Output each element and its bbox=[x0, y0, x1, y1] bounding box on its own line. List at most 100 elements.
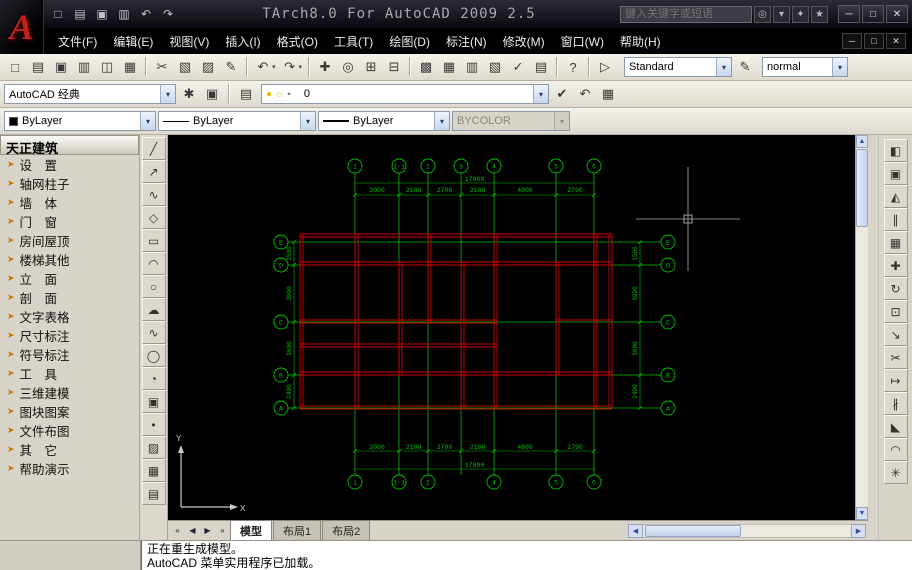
sidebar-item-block-pattern[interactable]: ➤图块图案 bbox=[0, 402, 139, 421]
sidebar-item-elevation[interactable]: ➤立 面 bbox=[0, 269, 139, 288]
publish-button[interactable]: ▦ bbox=[119, 56, 141, 78]
region-tool[interactable]: ▦ bbox=[142, 459, 166, 482]
sidebar-item-axis-grid-column[interactable]: ➤轴网柱子 bbox=[0, 174, 139, 193]
menu-insert[interactable]: 插入(I) bbox=[217, 29, 268, 54]
combo-arrow-icon[interactable]: ▾ bbox=[716, 58, 731, 76]
sheet-set-manager-button[interactable]: ▧ bbox=[484, 56, 506, 78]
vertical-scrollbar[interactable]: ▲ ▼ bbox=[855, 135, 868, 520]
scroll-up-icon[interactable]: ▲ bbox=[856, 135, 868, 148]
match-properties-button[interactable]: ✎ bbox=[220, 56, 242, 78]
construction-line-tool[interactable]: ↗ bbox=[142, 160, 166, 183]
workspace-combo[interactable]: AutoCAD 经典 ▾ bbox=[4, 84, 176, 104]
save-workspace-button[interactable]: ▣ bbox=[201, 83, 223, 105]
copy-button[interactable]: ▧ bbox=[174, 56, 196, 78]
menu-modify[interactable]: 修改(M) bbox=[495, 29, 553, 54]
tab-nav-prev-icon[interactable]: ◀ bbox=[185, 523, 200, 538]
tab-layout1[interactable]: 布局1 bbox=[273, 520, 321, 540]
favorites-icon[interactable]: ★ bbox=[811, 6, 828, 23]
line-tool[interactable]: ╱ bbox=[142, 137, 166, 160]
tool-palettes-button[interactable]: ▥ bbox=[461, 56, 483, 78]
menu-window[interactable]: 窗口(W) bbox=[553, 29, 612, 54]
sidebar-item-dimension[interactable]: ➤尺寸标注 bbox=[0, 326, 139, 345]
explode-tool[interactable]: ✳ bbox=[884, 461, 908, 484]
properties-button[interactable]: ▩ bbox=[415, 56, 437, 78]
color-combo[interactable]: ByLayer ▾ bbox=[4, 111, 156, 131]
combo-arrow-icon[interactable]: ▾ bbox=[434, 112, 449, 130]
ellipse-tool[interactable]: ◯ bbox=[142, 344, 166, 367]
text-style-combo[interactable]: normal ▾ bbox=[762, 57, 848, 77]
search-icon[interactable]: ◎ bbox=[754, 6, 771, 23]
tab-nav-last-icon[interactable]: » bbox=[215, 523, 230, 538]
circle-tool[interactable]: ○ bbox=[142, 275, 166, 298]
scroll-left-icon[interactable]: ◀ bbox=[628, 524, 643, 538]
menu-format[interactable]: 格式(O) bbox=[269, 29, 326, 54]
menu-help[interactable]: 帮助(H) bbox=[612, 29, 669, 54]
trim-tool[interactable]: ✂ bbox=[884, 346, 908, 369]
copy-tool[interactable]: ▣ bbox=[884, 162, 908, 185]
point-tool[interactable]: • bbox=[142, 413, 166, 436]
hscroll-track[interactable] bbox=[643, 524, 851, 538]
polyline-tool[interactable]: ∿ bbox=[142, 183, 166, 206]
layer-properties-button[interactable]: ▤ bbox=[235, 83, 257, 105]
table-tool[interactable]: ▤ bbox=[142, 482, 166, 505]
combo-arrow-icon[interactable]: ▾ bbox=[533, 85, 548, 103]
horizontal-scrollbar[interactable]: ◀ ▶ bbox=[628, 524, 866, 538]
open-button[interactable]: ▤ bbox=[27, 56, 49, 78]
combo-arrow-icon[interactable]: ▾ bbox=[832, 58, 847, 76]
text-style-pencil-icon[interactable]: ✎ bbox=[734, 56, 756, 78]
combo-arrow-icon[interactable]: ▾ bbox=[140, 112, 155, 130]
workspace-settings-button[interactable]: ✱ bbox=[178, 83, 200, 105]
plot-preview-button[interactable]: ◫ bbox=[96, 56, 118, 78]
tab-model[interactable]: 模型 bbox=[230, 520, 272, 540]
break-tool[interactable]: ∦ bbox=[884, 392, 908, 415]
print-icon[interactable]: ▥ bbox=[114, 4, 134, 24]
doc-minimize-button[interactable]: ─ bbox=[842, 33, 862, 49]
layer-combo[interactable]: ●☼▪■ 0 ▾ bbox=[261, 84, 549, 104]
sidebar-item-3d-modeling[interactable]: ➤三维建模 bbox=[0, 383, 139, 402]
doc-close-button[interactable]: ✕ bbox=[886, 33, 906, 49]
make-object-layer-current-button[interactable]: ✔ bbox=[551, 83, 573, 105]
new-button[interactable]: □ bbox=[4, 56, 26, 78]
maximize-button[interactable]: □ bbox=[862, 5, 884, 23]
doc-restore-button[interactable]: □ bbox=[864, 33, 884, 49]
search-input[interactable] bbox=[620, 6, 752, 23]
sidebar-item-file-layout[interactable]: ➤文件布图 bbox=[0, 421, 139, 440]
markup-button[interactable]: ✓ bbox=[507, 56, 529, 78]
move-tool[interactable]: ✚ bbox=[884, 254, 908, 277]
tab-nav-next-icon[interactable]: ▶ bbox=[200, 523, 215, 538]
menu-tools[interactable]: 工具(T) bbox=[326, 29, 381, 54]
ellipse-arc-tool[interactable]: ◔ bbox=[142, 367, 166, 390]
menu-dimension[interactable]: 标注(N) bbox=[438, 29, 495, 54]
minimize-button[interactable]: ─ bbox=[838, 5, 860, 23]
hatch-tool[interactable]: ▨ bbox=[142, 436, 166, 459]
sidebar-item-settings[interactable]: ➤设 置 bbox=[0, 155, 139, 174]
sidebar-item-stairs-other[interactable]: ➤楼梯其他 bbox=[0, 250, 139, 269]
help-button[interactable]: ? bbox=[562, 56, 584, 78]
menu-edit[interactable]: 编辑(E) bbox=[105, 29, 161, 54]
combo-arrow-icon[interactable]: ▾ bbox=[160, 85, 175, 103]
close-button[interactable]: ✕ bbox=[886, 5, 908, 23]
vscroll-thumb[interactable] bbox=[856, 149, 868, 227]
redo-button-dropdown-icon[interactable]: ▾ bbox=[299, 63, 303, 71]
sidebar-item-room-roof[interactable]: ➤房间屋顶 bbox=[0, 231, 139, 250]
sidebar-item-symbol-annotation[interactable]: ➤符号标注 bbox=[0, 345, 139, 364]
redo-button[interactable]: ↷ bbox=[279, 56, 301, 78]
search-dropdown-icon[interactable]: ▾ bbox=[773, 6, 790, 23]
etransmit-button[interactable]: ▷ bbox=[594, 56, 616, 78]
layer-states-manager-button[interactable]: ▦ bbox=[597, 83, 619, 105]
undo-button[interactable]: ↶ bbox=[252, 56, 274, 78]
scale-tool[interactable]: ⊡ bbox=[884, 300, 908, 323]
hscroll-thumb[interactable] bbox=[645, 525, 741, 537]
drawing-canvas[interactable]: 2000210027002100480027901700020002100270… bbox=[168, 135, 855, 520]
spline-tool[interactable]: ∿ bbox=[142, 321, 166, 344]
array-tool[interactable]: ▦ bbox=[884, 231, 908, 254]
combo-arrow-icon[interactable]: ▾ bbox=[300, 112, 315, 130]
quickcalc-button[interactable]: ▤ bbox=[530, 56, 552, 78]
lineweight-combo[interactable]: ByLayer ▾ bbox=[318, 111, 450, 131]
designcenter-button[interactable]: ▦ bbox=[438, 56, 460, 78]
linetype-combo[interactable]: ByLayer ▾ bbox=[158, 111, 316, 131]
vscroll-track[interactable] bbox=[856, 228, 868, 507]
sidebar-item-help-demo[interactable]: ➤帮助演示 bbox=[0, 459, 139, 478]
layer-previous-button[interactable]: ↶ bbox=[574, 83, 596, 105]
save-icon[interactable]: ▣ bbox=[92, 4, 112, 24]
